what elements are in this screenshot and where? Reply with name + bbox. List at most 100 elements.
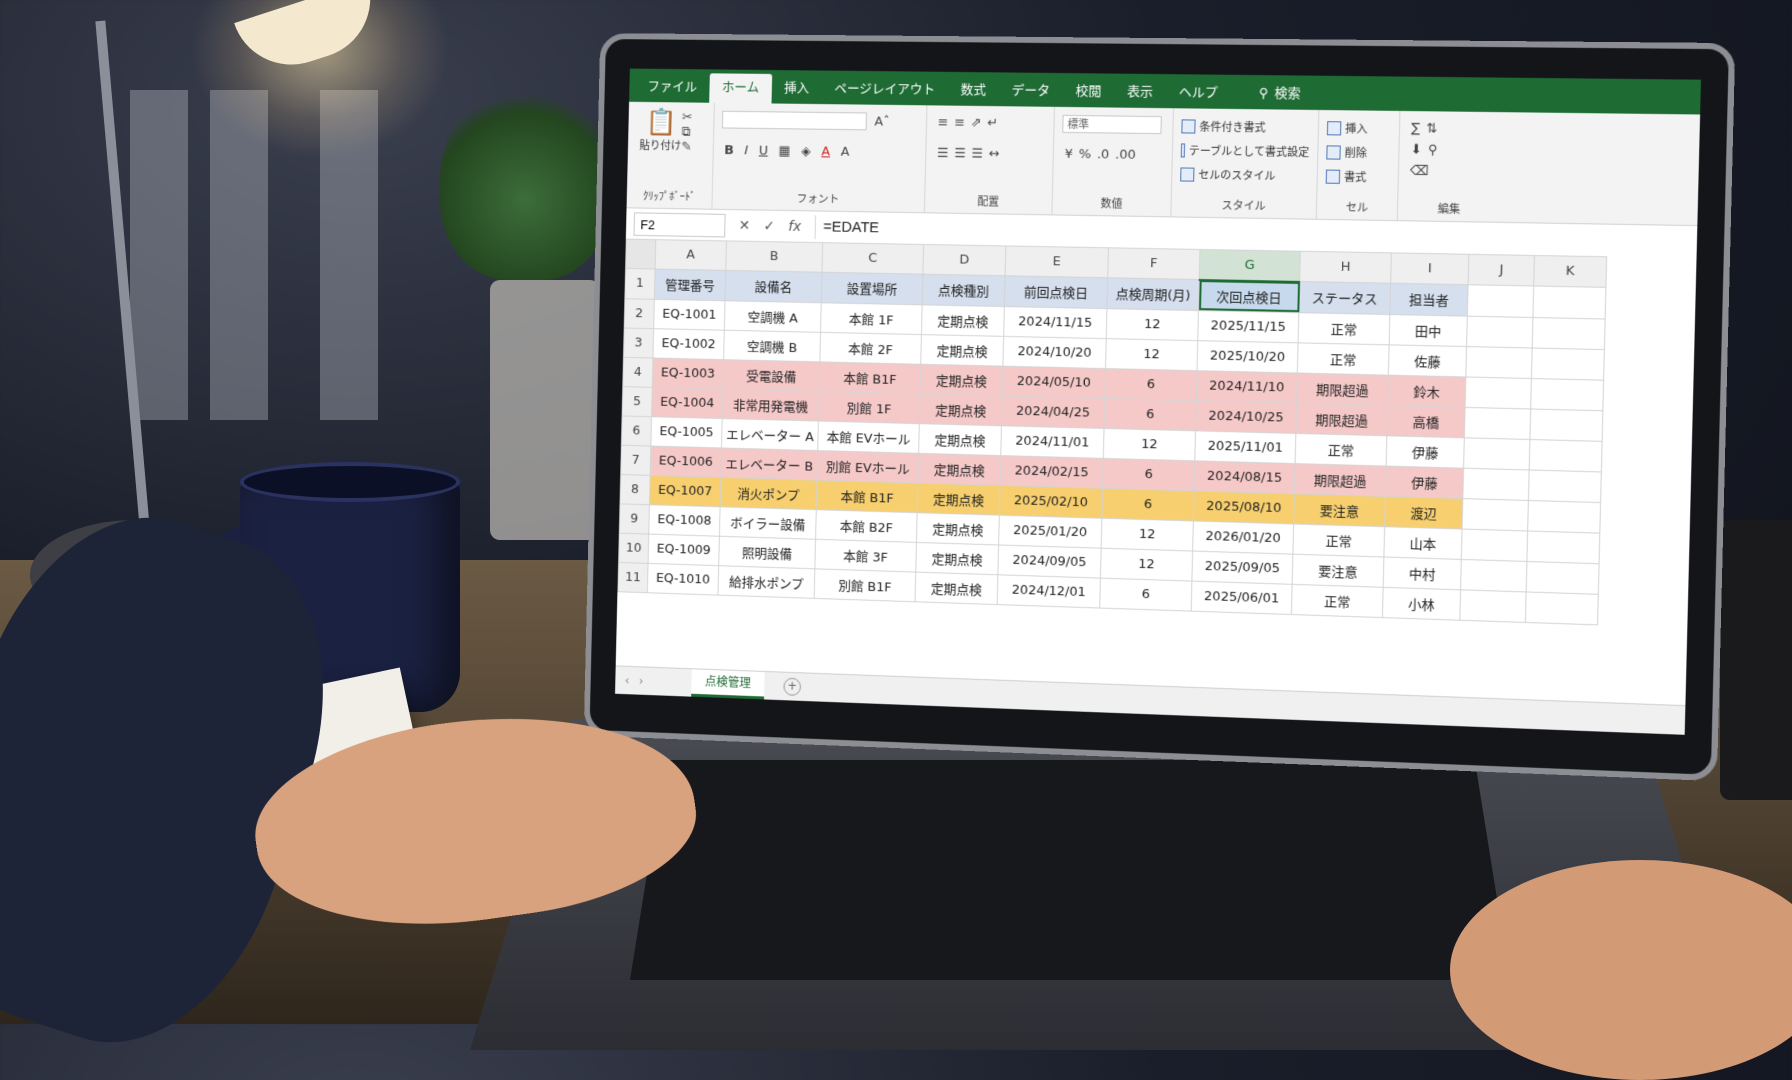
fill-icon[interactable]: ⬇ [1410, 142, 1421, 157]
table-cell[interactable]: EQ-1002 [652, 328, 725, 360]
table-cell[interactable]: 2025/11/01 [1194, 430, 1296, 464]
tab-formulas[interactable]: 数式 [947, 76, 999, 106]
empty-cell[interactable] [1467, 284, 1534, 317]
table-cell[interactable]: 空調機 B [723, 329, 821, 362]
table-cell[interactable]: 要注意 [1293, 493, 1386, 527]
row-header[interactable]: 6 [621, 415, 652, 446]
table-cell[interactable]: 定期点検 [917, 452, 1001, 485]
empty-cell[interactable] [1461, 528, 1528, 561]
align-center-icon[interactable]: ☰ [954, 146, 966, 161]
table-cell[interactable]: 6 [1102, 457, 1195, 491]
merge-icon[interactable]: ↔ [989, 147, 1000, 162]
empty-cell[interactable] [1459, 589, 1527, 622]
bold-icon[interactable]: B [724, 143, 734, 158]
table-cell[interactable]: 鈴木 [1387, 374, 1466, 407]
table-cell[interactable]: 定期点検 [921, 304, 1005, 336]
table-cell[interactable]: 別館 EVホール [817, 450, 919, 483]
table-cell[interactable]: 本館 2F [819, 331, 922, 364]
table-cell[interactable]: EQ-1005 [650, 416, 723, 448]
column-header[interactable]: H [1299, 251, 1392, 284]
font-color-icon[interactable]: A [821, 145, 830, 160]
row-header[interactable]: 2 [624, 298, 655, 329]
cancel-icon[interactable]: ✕ [739, 218, 751, 234]
table-cell[interactable]: 空調機 A [724, 300, 822, 332]
table-cell[interactable]: EQ-1001 [653, 298, 726, 330]
table-cell[interactable]: 正常 [1292, 523, 1385, 557]
orientation-icon[interactable]: ⇗ [971, 116, 982, 131]
column-header[interactable]: J [1468, 254, 1535, 286]
empty-cell[interactable] [1528, 469, 1602, 503]
header-cell[interactable]: 次回点検日 [1198, 279, 1300, 313]
table-cell[interactable]: 正常 [1295, 432, 1387, 466]
empty-cell[interactable] [1532, 316, 1606, 350]
row-header[interactable]: 5 [622, 386, 653, 417]
table-cell[interactable]: 正常 [1297, 342, 1390, 375]
header-cell[interactable]: 点検種別 [922, 274, 1006, 307]
fill-color-icon[interactable]: ◈ [801, 144, 811, 159]
table-cell[interactable]: 2026/01/20 [1192, 520, 1294, 554]
table-cell[interactable]: EQ-1003 [652, 357, 724, 389]
insert-cells-button[interactable]: 挿入 [1326, 116, 1391, 141]
table-cell[interactable]: 伊藤 [1386, 435, 1465, 468]
empty-cell[interactable] [1463, 437, 1530, 470]
empty-cell[interactable] [1531, 347, 1605, 380]
paste-button[interactable]: 貼り付け [635, 137, 705, 154]
tab-review[interactable]: 校閲 [1062, 77, 1114, 108]
table-cell[interactable]: 6 [1101, 487, 1195, 521]
tab-view[interactable]: 表示 [1114, 78, 1166, 109]
column-header[interactable]: C [822, 242, 924, 275]
table-cell[interactable]: 照明設備 [718, 535, 816, 569]
table-cell[interactable]: 期限超過 [1295, 402, 1388, 436]
table-cell[interactable]: 2024/10/25 [1195, 400, 1297, 433]
row-header[interactable]: 10 [618, 532, 649, 563]
table-cell[interactable]: 要注意 [1292, 553, 1384, 587]
column-header[interactable]: G [1199, 249, 1301, 282]
table-cell[interactable]: 定期点検 [915, 571, 998, 605]
tab-page-layout[interactable]: ページレイアウト [821, 74, 948, 105]
paste-icon[interactable]: 📋 [636, 108, 706, 138]
empty-cell[interactable] [1533, 285, 1606, 319]
row-header[interactable]: 8 [620, 474, 651, 505]
empty-cell[interactable] [1465, 376, 1532, 409]
table-cell[interactable]: 渡辺 [1384, 495, 1463, 529]
border-icon[interactable]: ▦ [778, 144, 790, 159]
column-header[interactable]: B [725, 240, 823, 273]
tab-data[interactable]: データ [998, 76, 1063, 107]
table-cell[interactable]: 定期点検 [918, 423, 1002, 456]
header-cell[interactable]: 管理番号 [654, 268, 726, 301]
decrease-decimal-icon[interactable]: .00 [1115, 147, 1136, 162]
header-cell[interactable]: ステータス [1298, 281, 1391, 315]
column-header[interactable]: D [922, 244, 1006, 276]
empty-cell[interactable] [1529, 408, 1603, 441]
align-middle-icon[interactable]: ≡ [954, 116, 965, 131]
table-cell[interactable]: ボイラー設備 [719, 506, 817, 539]
header-cell[interactable]: 設置場所 [821, 272, 923, 305]
wrap-text-icon[interactable]: ↵ [987, 116, 998, 131]
table-cell[interactable]: 正常 [1298, 312, 1390, 345]
table-cell[interactable]: 2024/11/10 [1196, 370, 1298, 403]
table-cell[interactable]: 正常 [1291, 583, 1384, 618]
table-cell[interactable]: 2025/08/10 [1193, 490, 1295, 524]
table-cell[interactable]: 2025/09/05 [1191, 550, 1293, 584]
column-header[interactable]: F [1107, 247, 1201, 280]
tab-help[interactable]: ヘルプ [1165, 78, 1231, 109]
sheet-tab-active[interactable]: 点検管理 [691, 669, 765, 700]
table-cell[interactable]: 別館 1F [818, 390, 921, 424]
table-cell[interactable]: 消火ポンプ [720, 476, 818, 510]
table-cell[interactable]: 12 [1105, 338, 1198, 371]
table-cell[interactable]: 定期点検 [920, 334, 1004, 366]
table-cell[interactable]: 本館 B1F [819, 361, 921, 394]
table-cell[interactable]: 定期点検 [920, 363, 1003, 396]
table-cell[interactable]: 本館 B1F [816, 479, 918, 513]
table-cell[interactable]: EQ-1004 [651, 386, 723, 419]
table-cell[interactable]: EQ-1010 [647, 562, 719, 595]
increase-decimal-icon[interactable]: .0 [1097, 147, 1110, 162]
delete-cells-button[interactable]: 削除 [1326, 140, 1390, 165]
table-cell[interactable]: 田中 [1389, 314, 1468, 347]
table-cell[interactable]: 定期点検 [916, 512, 1000, 545]
table-cell[interactable]: 佐藤 [1388, 344, 1467, 377]
table-cell[interactable]: 山本 [1383, 526, 1463, 559]
empty-cell[interactable] [1525, 591, 1599, 625]
table-cell[interactable]: 2024/04/25 [1001, 395, 1105, 428]
table-cell[interactable]: 伊藤 [1385, 465, 1464, 499]
